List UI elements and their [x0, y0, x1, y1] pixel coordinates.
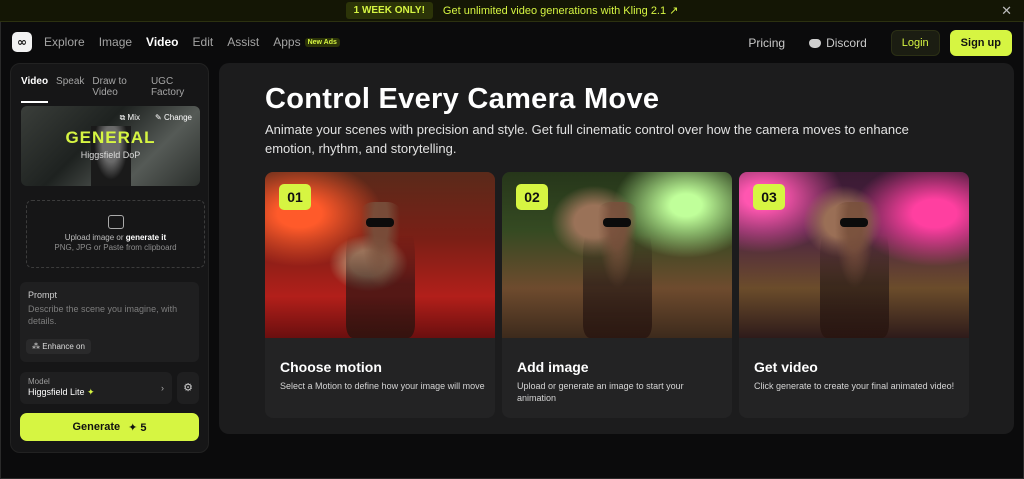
model-label: Model — [28, 377, 50, 386]
step-title: Choose motion — [280, 359, 382, 375]
step-number: 01 — [279, 184, 311, 210]
preset-subtitle: Higgsfield DoP — [80, 150, 141, 160]
create-tabs: Video Speak Draw to Video UGC Factory — [11, 64, 208, 103]
sparkle-icon: ✦ — [87, 387, 95, 397]
model-name: Higgsfield Lite — [28, 387, 85, 397]
step-title: Add image — [517, 359, 589, 375]
nav-explore[interactable]: Explore — [44, 35, 85, 49]
nav-assist[interactable]: Assist — [227, 35, 259, 49]
main-panel: Control Every Camera Move Animate your s… — [219, 63, 1014, 434]
generate-link[interactable]: generate it — [126, 233, 166, 242]
settings-button[interactable]: ⚙ — [177, 372, 199, 404]
logo[interactable]: ∞ — [12, 32, 32, 52]
upload-line1: Upload image or generate it — [27, 233, 204, 242]
step-number: 02 — [516, 184, 548, 210]
sunglasses — [603, 218, 631, 227]
step-description: Upload or generate an image to start you… — [517, 381, 684, 403]
nav-discord[interactable]: Discord — [809, 36, 867, 50]
signup-button[interactable]: Sign up — [949, 30, 1012, 56]
tab-video[interactable]: Video — [21, 76, 49, 103]
step-description: Select a Motion to define how your image… — [280, 381, 485, 391]
step-card-3[interactable]: 03 Get video Click generate to create yo… — [739, 172, 969, 418]
new-ads-badge: New Ads — [304, 37, 340, 47]
sunglasses — [840, 218, 868, 227]
upload-formats: PNG, JPG or Paste from clipboard — [54, 243, 177, 252]
page-description: Animate your scenes with precision and s… — [265, 122, 909, 156]
step-image-3: 03 — [739, 172, 969, 338]
nav-apps[interactable]: Apps — [273, 35, 300, 49]
upload-text: Upload image or — [64, 233, 124, 242]
enhance-toggle[interactable]: ⁂ Enhance on — [26, 339, 91, 354]
discord-label: Discord — [826, 36, 867, 50]
nav-image[interactable]: Image — [99, 35, 132, 49]
top-nav: ∞ Explore Image Video Edit Assist Apps N… — [0, 22, 1024, 62]
close-icon[interactable]: ✕ — [1001, 3, 1012, 19]
page-title: Control Every Camera Move — [265, 83, 660, 115]
discord-icon — [809, 38, 822, 48]
step-image-1: 01 — [265, 172, 495, 338]
nav-edit[interactable]: Edit — [193, 35, 214, 49]
preset-title: GENERAL — [65, 128, 156, 147]
nav-pricing[interactable]: Pricing — [748, 36, 785, 50]
logo-glyph: ∞ — [17, 35, 27, 49]
tab-ugc-factory[interactable]: UGC Factory — [151, 76, 198, 103]
mix-button[interactable]: ⧉ Mix — [120, 113, 140, 123]
sunglasses — [366, 218, 394, 227]
step-number: 03 — [753, 184, 785, 210]
generate-cost: ✦ 5 — [128, 421, 147, 434]
chevron-right-icon: › — [161, 383, 164, 393]
tab-draw-to-video[interactable]: Draw to Video — [92, 76, 143, 103]
generate-label: Generate — [72, 421, 121, 433]
step-image-2: 02 — [502, 172, 732, 338]
login-button[interactable]: Login — [890, 30, 940, 56]
image-add-icon — [107, 215, 124, 229]
step-card-2[interactable]: 02 Add image Upload or generate an image… — [502, 172, 732, 418]
step-title: Get video — [754, 359, 818, 375]
generate-button[interactable]: Generate ✦ 5 — [20, 413, 199, 441]
prompt-label: Prompt — [28, 290, 58, 300]
promo-tag: 1 WEEK ONLY! — [345, 2, 433, 19]
promo-banner[interactable]: 1 WEEK ONLY! Get unlimited video generat… — [0, 0, 1024, 22]
change-button[interactable]: ✎ Change — [155, 113, 192, 122]
nav-right: Pricing Discord Login Sign up — [748, 30, 1012, 56]
tab-speak[interactable]: Speak — [56, 76, 84, 103]
preset-card[interactable]: ⧉ Mix ✎ Change GENERAL Higgsfield DoP — [21, 106, 200, 186]
prompt-box[interactable]: Prompt Describe the scene you imagine, w… — [20, 282, 199, 362]
upload-dropzone[interactable]: Upload image or generate it PNG, JPG or … — [26, 200, 205, 268]
step-card-1[interactable]: 01 Choose motion Select a Motion to defi… — [265, 172, 495, 418]
model-value: Higgsfield Lite ✦ — [28, 387, 164, 398]
prompt-input[interactable]: Describe the scene you imagine, with det… — [28, 303, 191, 327]
step-description: Click generate to create your final anim… — [754, 381, 955, 391]
model-select[interactable]: Model Higgsfield Lite ✦ › — [20, 372, 172, 404]
promo-message[interactable]: Get unlimited video generations with Kli… — [443, 4, 678, 17]
nav-video[interactable]: Video — [146, 35, 178, 49]
